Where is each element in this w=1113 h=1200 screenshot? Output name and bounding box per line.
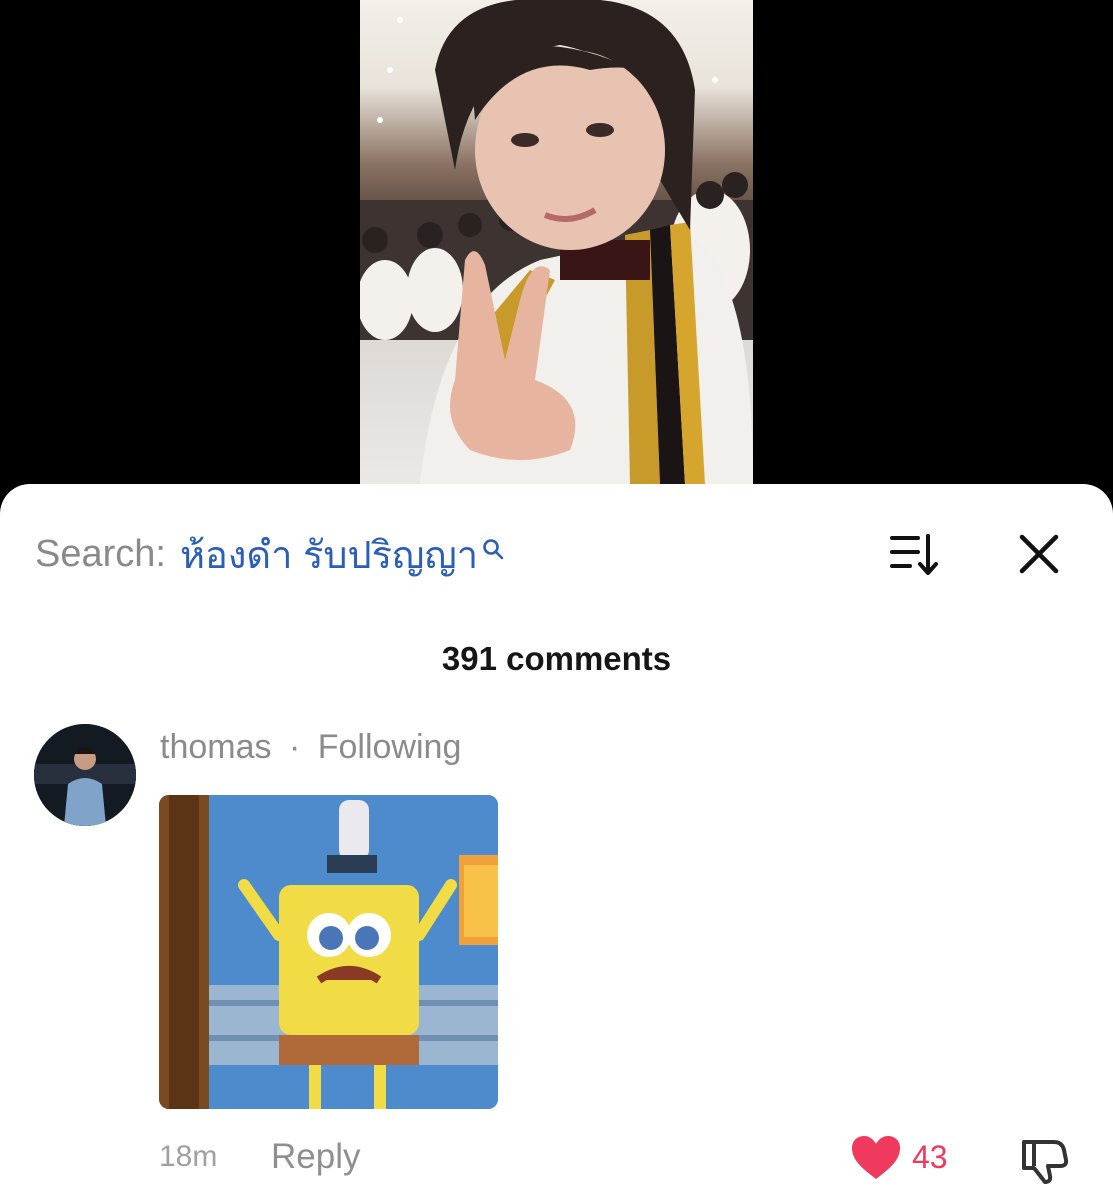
close-button[interactable] <box>1018 533 1060 575</box>
comment-timestamp: 18m <box>159 1140 218 1173</box>
sort-icon <box>890 534 938 575</box>
like-count: 43 <box>912 1139 948 1175</box>
sort-button[interactable] <box>890 532 940 576</box>
sponge-cartoon-sticker <box>159 795 498 1109</box>
search-bar[interactable]: Search: ห้องดำ รับปริญญา <box>35 530 504 578</box>
heart-icon <box>852 1136 900 1179</box>
video-frame[interactable] <box>360 0 753 484</box>
search-query-link[interactable]: ห้องดำ รับปริญญา <box>180 524 478 585</box>
thumbs-down-icon <box>1022 1140 1069 1184</box>
avatar-photo <box>34 724 136 826</box>
dislike-button[interactable] <box>1018 1134 1070 1186</box>
comments-count: 391 comments <box>441 640 672 677</box>
header-separator: · <box>288 728 301 766</box>
video-thumbnail-illustration <box>360 0 753 484</box>
reply-button[interactable]: Reply <box>271 1137 360 1177</box>
following-label: Following <box>317 728 462 766</box>
search-icon[interactable] <box>482 527 504 570</box>
like-button[interactable] <box>850 1134 902 1182</box>
comment-username[interactable]: thomas <box>160 728 272 766</box>
search-label: Search: <box>35 532 166 575</box>
close-icon <box>1019 534 1059 574</box>
comment-sticker-image[interactable] <box>159 795 498 1109</box>
comment-header: thomas · Following <box>160 728 461 767</box>
video-player[interactable] <box>0 0 1113 500</box>
avatar[interactable] <box>34 724 136 826</box>
